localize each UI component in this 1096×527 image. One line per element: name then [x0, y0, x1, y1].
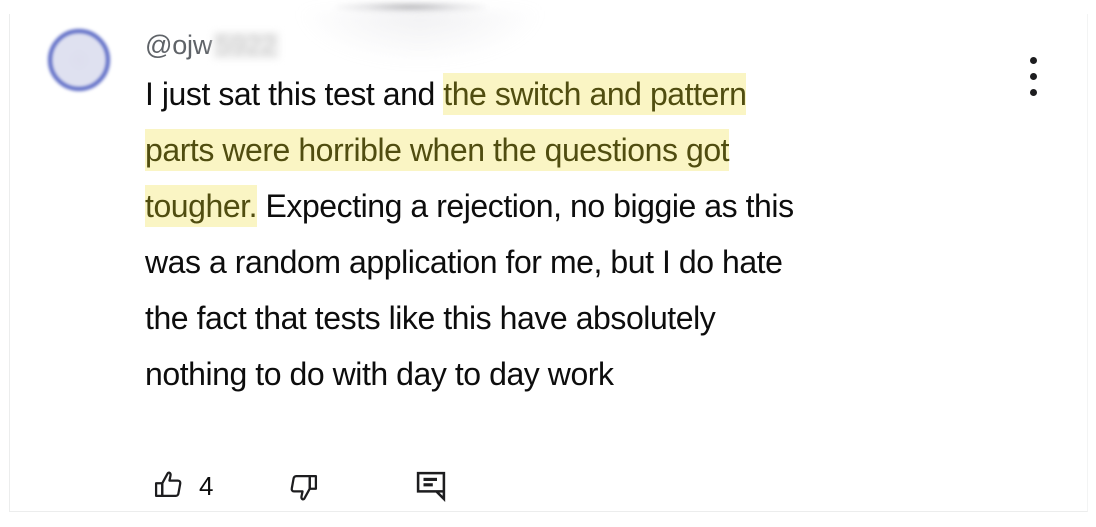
comment-text-highlight-1: the switch and pattern	[443, 73, 747, 115]
reply-action[interactable]	[407, 460, 461, 512]
thumb-down-icon[interactable]	[279, 462, 327, 510]
more-dot-2	[1029, 72, 1037, 80]
author-handle-redacted: 5922	[213, 32, 280, 59]
like-count: 4	[199, 471, 214, 501]
comment-text-plain-1: I just sat this test and	[145, 76, 444, 112]
comment-bubble-icon[interactable]	[407, 462, 455, 510]
like-action[interactable]: 4	[145, 460, 213, 512]
comment-screen: @ojw 5922 I just sat this test and the s…	[0, 0, 1096, 527]
more-dot-1	[1029, 56, 1037, 64]
comment-body: @ojw 5922 I just sat this test and the s…	[145, 14, 1015, 402]
comment-item: @ojw 5922 I just sat this test and the s…	[10, 14, 1089, 512]
comment-text: I just sat this test and the switch and …	[145, 66, 1005, 402]
comment-card: @ojw 5922 I just sat this test and the s…	[9, 14, 1088, 512]
thumb-up-icon[interactable]	[145, 462, 193, 510]
comment-text-highlight-3: tougher.	[145, 185, 258, 227]
more-dot-3	[1029, 88, 1037, 96]
author-handle[interactable]: @ojw	[145, 32, 212, 59]
author-row: @ojw 5922	[145, 14, 1015, 60]
comment-text-plain-3: was a random application for me, but I d…	[145, 244, 783, 280]
dislike-action[interactable]	[279, 460, 333, 512]
comment-text-plain-4: the fact that tests like this have absol…	[145, 300, 716, 336]
comment-text-highlight-2: parts were horrible when the questions g…	[145, 129, 730, 171]
comment-action-bar: 4	[145, 460, 461, 512]
user-avatar-circle-icon	[66, 47, 92, 73]
comment-text-plain-5: nothing to do with day to day work	[145, 356, 614, 392]
comment-text-plain-2: Expecting a rejection, no biggie as this	[257, 188, 795, 224]
avatar[interactable]	[48, 29, 110, 91]
more-vertical-icon[interactable]	[1014, 48, 1052, 104]
blurred-top-artifact	[336, 2, 486, 12]
